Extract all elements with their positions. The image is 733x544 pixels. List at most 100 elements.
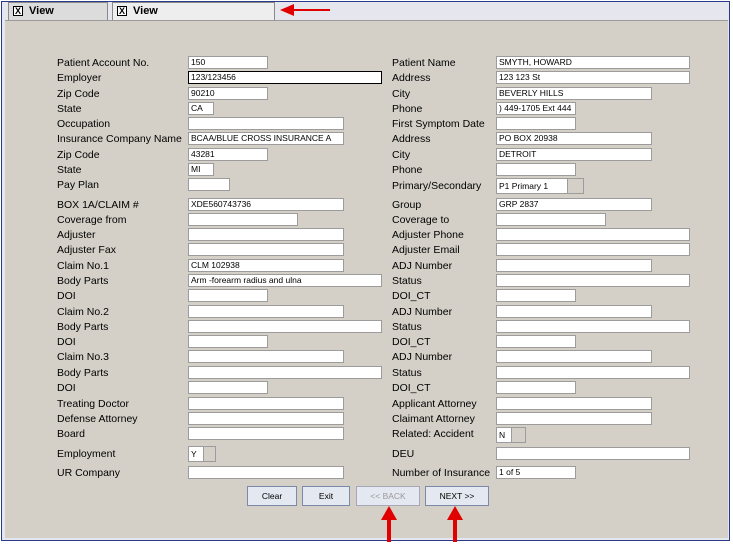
adjuster-fax-field[interactable]	[188, 243, 344, 256]
state-2-field[interactable]: MI	[188, 163, 214, 176]
close-tab-icon[interactable]: X	[13, 6, 23, 16]
label-doi-ct-1: DOI_CT	[392, 290, 431, 302]
label-adjuster-fax: Adjuster Fax	[57, 244, 116, 256]
adjuster-field[interactable]	[188, 228, 344, 241]
status-3-field[interactable]	[496, 366, 690, 379]
annotation-arrow-up-icon	[381, 506, 397, 542]
label-status-1: Status	[392, 275, 422, 287]
exit-button[interactable]: Exit	[302, 486, 350, 506]
insurance-company-name-field[interactable]: BCAA/BLUE CROSS INSURANCE A	[188, 132, 344, 145]
claim-no-3-field[interactable]	[188, 350, 344, 363]
employer-field[interactable]: 123/123456	[188, 71, 382, 84]
adj-number-3-field[interactable]	[496, 350, 652, 363]
group-field[interactable]: GRP 2837	[496, 198, 652, 211]
body-parts-3-field[interactable]	[188, 366, 382, 379]
state-field[interactable]: CA	[188, 102, 214, 115]
label-occupation: Occupation	[57, 118, 111, 130]
adj-number-1-field[interactable]	[496, 259, 652, 272]
label-phone: Phone	[392, 103, 423, 115]
back-button[interactable]: << BACK	[356, 486, 420, 506]
label-adj-number-3: ADJ Number	[392, 351, 453, 363]
number-of-insurance-field[interactable]: 1 of 5	[496, 466, 576, 479]
doi-ct-3-field[interactable]	[496, 381, 576, 394]
zip-code-2-field[interactable]: 43281	[188, 148, 268, 161]
claimant-attorney-field[interactable]	[496, 412, 652, 425]
label-deu: DEU	[392, 448, 415, 460]
label-city-2: City	[392, 149, 411, 161]
ur-company-field[interactable]	[188, 466, 344, 479]
doi-ct-1-field[interactable]	[496, 289, 576, 302]
label-patient-name: Patient Name	[392, 57, 456, 69]
dropdown-arrow-icon[interactable]	[511, 428, 525, 442]
doi-2-field[interactable]	[188, 335, 268, 348]
doi-3-field[interactable]	[188, 381, 268, 394]
label-treating-doctor: Treating Doctor	[57, 398, 129, 410]
defense-attorney-field[interactable]	[188, 412, 344, 425]
phone-2-field[interactable]	[496, 163, 576, 176]
adjuster-email-field[interactable]	[496, 243, 690, 256]
label-employment: Employment	[57, 448, 116, 460]
adjuster-phone-field[interactable]	[496, 228, 690, 241]
phone-field[interactable]: ) 449-1705 Ext 444	[496, 102, 576, 115]
adj-number-2-field[interactable]	[496, 305, 652, 318]
occupation-field[interactable]	[188, 117, 344, 130]
status-2-field[interactable]	[496, 320, 690, 333]
coverage-to-field[interactable]	[496, 213, 606, 226]
treating-doctor-field[interactable]	[188, 397, 344, 410]
deu-field[interactable]	[496, 447, 690, 460]
claim-no-1-field[interactable]: CLM 102938	[188, 259, 344, 272]
label-adjuster-phone: Adjuster Phone	[392, 229, 464, 241]
tab-view-worker-insurance[interactable]: X View WORKER_INSURANCE	[112, 2, 275, 33]
city-2-field[interactable]: DETROIT	[496, 148, 652, 161]
status-1-field[interactable]	[496, 274, 690, 287]
address-field[interactable]: 123 123 St	[496, 71, 690, 84]
label-body-parts-1: Body Parts	[57, 275, 109, 287]
label-address: Address	[392, 72, 431, 84]
clear-button[interactable]: Clear	[247, 486, 297, 506]
first-symptom-date-field[interactable]	[496, 117, 576, 130]
employment-select[interactable]: Y	[188, 446, 216, 462]
pay-plan-field[interactable]	[188, 178, 230, 191]
label-insurance-company-name: Insurance Company Name	[57, 133, 182, 145]
label-coverage-from: Coverage from	[57, 214, 127, 226]
label-adj-number-2: ADJ Number	[392, 306, 453, 318]
primary-secondary-select[interactable]: P1 Primary 1	[496, 178, 584, 194]
label-status-2: Status	[392, 321, 422, 333]
applicant-attorney-field[interactable]	[496, 397, 652, 410]
label-zip-code: Zip Code	[57, 88, 100, 100]
doi-ct-2-field[interactable]	[496, 335, 576, 348]
dropdown-arrow-icon[interactable]	[567, 179, 583, 193]
zip-code-field[interactable]: 90210	[188, 87, 268, 100]
city-field[interactable]: BEVERLY HILLS	[496, 87, 652, 100]
claim-no-2-field[interactable]	[188, 305, 344, 318]
label-applicant-attorney: Applicant Attorney	[392, 398, 477, 410]
box1a-claim-field[interactable]: XDE560743736	[188, 198, 344, 211]
board-field[interactable]	[188, 427, 344, 440]
tab-view-worker[interactable]: X View WORKER	[8, 2, 108, 33]
dropdown-arrow-icon[interactable]	[203, 447, 215, 461]
label-state: State	[57, 103, 82, 115]
address-2-field[interactable]: PO BOX 20938	[496, 132, 652, 145]
label-doi-3: DOI	[57, 382, 76, 394]
patient-account-no-field[interactable]: 150	[188, 56, 268, 69]
coverage-from-field[interactable]	[188, 213, 298, 226]
label-address-2: Address	[392, 133, 431, 145]
label-doi-ct-2: DOI_CT	[392, 336, 431, 348]
close-tab-icon[interactable]: X	[117, 6, 127, 16]
label-claimant-attorney: Claimant Attorney	[392, 413, 475, 425]
body-parts-1-field[interactable]: Arm -forearm radius and ulna	[188, 274, 382, 287]
patient-name-field[interactable]: SMYTH, HOWARD	[496, 56, 690, 69]
label-adjuster-email: Adjuster Email	[392, 244, 460, 256]
related-accident-select[interactable]: N	[496, 427, 526, 443]
next-button[interactable]: NEXT >>	[425, 486, 489, 506]
label-body-parts-2: Body Parts	[57, 321, 109, 333]
doi-1-field[interactable]	[188, 289, 268, 302]
body-parts-2-field[interactable]	[188, 320, 382, 333]
label-doi-2: DOI	[57, 336, 76, 348]
label-board: Board	[57, 428, 86, 440]
label-adj-number-1: ADJ Number	[392, 260, 453, 272]
label-state-2: State	[57, 164, 82, 176]
label-related-accident: Related: Accident	[392, 428, 474, 440]
label-coverage-to: Coverage to	[392, 214, 450, 226]
label-number-of-insurance: Number of Insurance	[392, 467, 491, 479]
